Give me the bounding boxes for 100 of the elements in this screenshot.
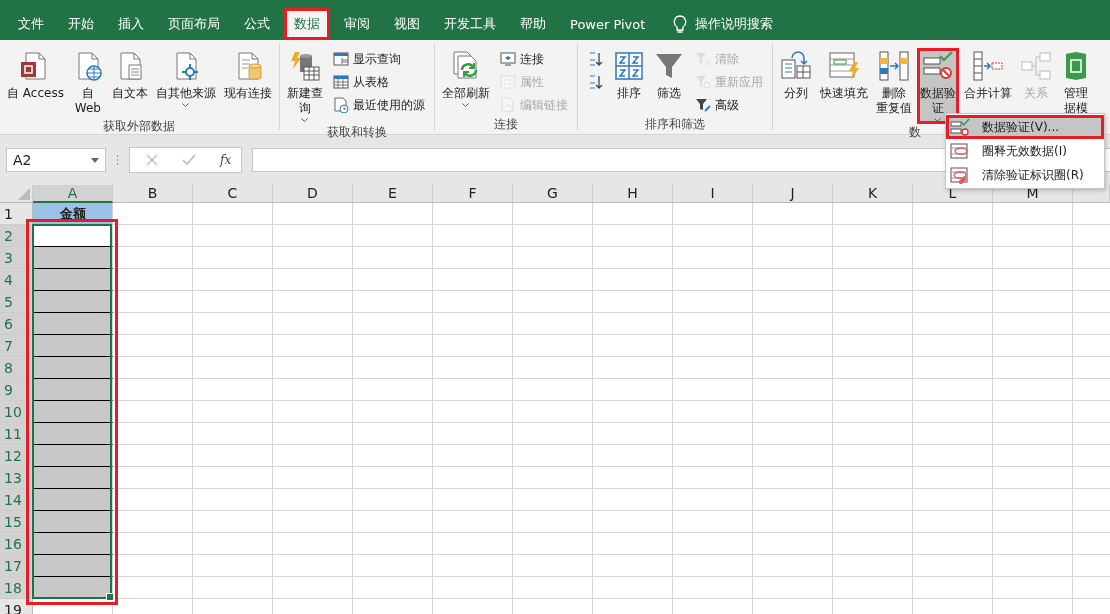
sheet-cell[interactable]: [913, 291, 993, 313]
sheet-cell[interactable]: [993, 335, 1073, 357]
sheet-cell[interactable]: [113, 269, 193, 291]
sheet-cell[interactable]: [593, 203, 673, 225]
sheet-cell[interactable]: [673, 401, 753, 423]
sheet-cell[interactable]: [193, 533, 273, 555]
column-header[interactable]: D: [273, 185, 353, 203]
sheet-cell[interactable]: [673, 313, 753, 335]
sheet-cell[interactable]: [993, 577, 1073, 599]
sheet-cell[interactable]: [273, 401, 353, 423]
selected-cell[interactable]: [33, 467, 113, 489]
column-header[interactable]: G: [513, 185, 593, 203]
sheet-cell[interactable]: [353, 379, 433, 401]
sheet-cell[interactable]: [673, 335, 753, 357]
sheet-cell[interactable]: [193, 555, 273, 577]
ribbon-tab[interactable]: 开始: [58, 8, 104, 40]
sheet-cell[interactable]: [193, 335, 273, 357]
ribbon-button[interactable]: 现有连接: [220, 48, 275, 118]
sheet-cell[interactable]: [513, 511, 593, 533]
sheet-cell[interactable]: [433, 401, 513, 423]
sheet-cell[interactable]: [673, 467, 753, 489]
sheet-cell[interactable]: [913, 225, 993, 247]
selected-cell[interactable]: [33, 379, 113, 401]
sheet-cell[interactable]: [833, 445, 913, 467]
sheet-cell[interactable]: [353, 467, 433, 489]
sheet-cell[interactable]: [753, 577, 833, 599]
sheet-cell[interactable]: [833, 291, 913, 313]
sheet-cell[interactable]: [113, 401, 193, 423]
column-header[interactable]: I: [673, 185, 753, 203]
sheet-cell[interactable]: [993, 555, 1073, 577]
sheet-cell[interactable]: [513, 489, 593, 511]
sheet-cell[interactable]: [593, 489, 673, 511]
sheet-cell[interactable]: [593, 335, 673, 357]
sheet-cell[interactable]: [433, 511, 513, 533]
sheet-cell[interactable]: [353, 489, 433, 511]
sheet-cell[interactable]: [993, 203, 1073, 225]
ribbon-button[interactable]: 快速填充: [816, 48, 871, 124]
selected-cell[interactable]: [33, 357, 113, 379]
ribbon-tab[interactable]: 公式: [234, 8, 280, 40]
sheet-cell[interactable]: [993, 445, 1073, 467]
column-header[interactable]: F: [433, 185, 513, 203]
sheet-cell[interactable]: [913, 533, 993, 555]
sheet-cell[interactable]: [113, 313, 193, 335]
sheet-cell[interactable]: [353, 401, 433, 423]
sheet-cell[interactable]: [273, 511, 353, 533]
sheet-cell[interactable]: [433, 467, 513, 489]
sheet-cell[interactable]: [193, 203, 273, 225]
tell-me-search[interactable]: 操作说明搜索: [695, 15, 774, 33]
menu-item[interactable]: 圈释无效数据(I): [946, 139, 1104, 163]
ribbon-tab[interactable]: 帮助: [510, 8, 556, 40]
ribbon-button[interactable]: 全部刷新: [438, 48, 493, 116]
sheet-cell[interactable]: [593, 291, 673, 313]
sheet-cell[interactable]: [353, 577, 433, 599]
column-header[interactable]: J: [753, 185, 833, 203]
column-header[interactable]: B: [113, 185, 193, 203]
column-header[interactable]: K: [833, 185, 913, 203]
sheet-cell[interactable]: [673, 379, 753, 401]
sheet-cell[interactable]: [113, 467, 193, 489]
sheet-cell[interactable]: [753, 269, 833, 291]
sheet-cell[interactable]: [993, 489, 1073, 511]
ribbon-button[interactable]: 高级: [692, 94, 765, 116]
sheet-cell[interactable]: [913, 467, 993, 489]
sheet-cell[interactable]: [193, 423, 273, 445]
sheet-cell[interactable]: [833, 555, 913, 577]
sheet-cell[interactable]: [673, 269, 753, 291]
sheet-cell[interactable]: [113, 555, 193, 577]
sheet-cell[interactable]: [353, 511, 433, 533]
sheet-cell[interactable]: [193, 313, 273, 335]
sheet-cell[interactable]: [833, 401, 913, 423]
insert-function-button[interactable]: fx: [220, 153, 232, 167]
sheet-cell[interactable]: [353, 423, 433, 445]
sheet-cell[interactable]: [113, 203, 193, 225]
sheet-cell[interactable]: [753, 489, 833, 511]
ribbon-button[interactable]: 删除 重复值: [872, 48, 915, 124]
sheet-cell[interactable]: [433, 225, 513, 247]
sheet-cell[interactable]: [273, 423, 353, 445]
sheet-cell[interactable]: [673, 511, 753, 533]
sheet-cell[interactable]: [833, 247, 913, 269]
sheet-cell[interactable]: [753, 203, 833, 225]
sheet-cell[interactable]: [833, 335, 913, 357]
sheet-cell[interactable]: [833, 225, 913, 247]
sheet-cell[interactable]: [113, 489, 193, 511]
sheet-cell[interactable]: [833, 357, 913, 379]
sheet-cell[interactable]: [113, 357, 193, 379]
ribbon-tab[interactable]: 视图: [384, 8, 430, 40]
sheet-cell[interactable]: [993, 357, 1073, 379]
sheet-cell[interactable]: [433, 577, 513, 599]
sheet-cell[interactable]: [993, 467, 1073, 489]
sheet-cell[interactable]: [353, 247, 433, 269]
sheet-cell[interactable]: [353, 203, 433, 225]
sheet-cell[interactable]: [913, 555, 993, 577]
selected-cell[interactable]: [33, 313, 113, 335]
menu-item[interactable]: 数据验证(V)...: [946, 115, 1104, 139]
sheet-cell[interactable]: [353, 335, 433, 357]
sheet-cell[interactable]: [513, 269, 593, 291]
column-header[interactable]: A: [33, 185, 113, 203]
sheet-cell[interactable]: [273, 467, 353, 489]
sheet-cell[interactable]: [993, 423, 1073, 445]
sheet-cell[interactable]: [833, 577, 913, 599]
sheet-cell[interactable]: [753, 247, 833, 269]
